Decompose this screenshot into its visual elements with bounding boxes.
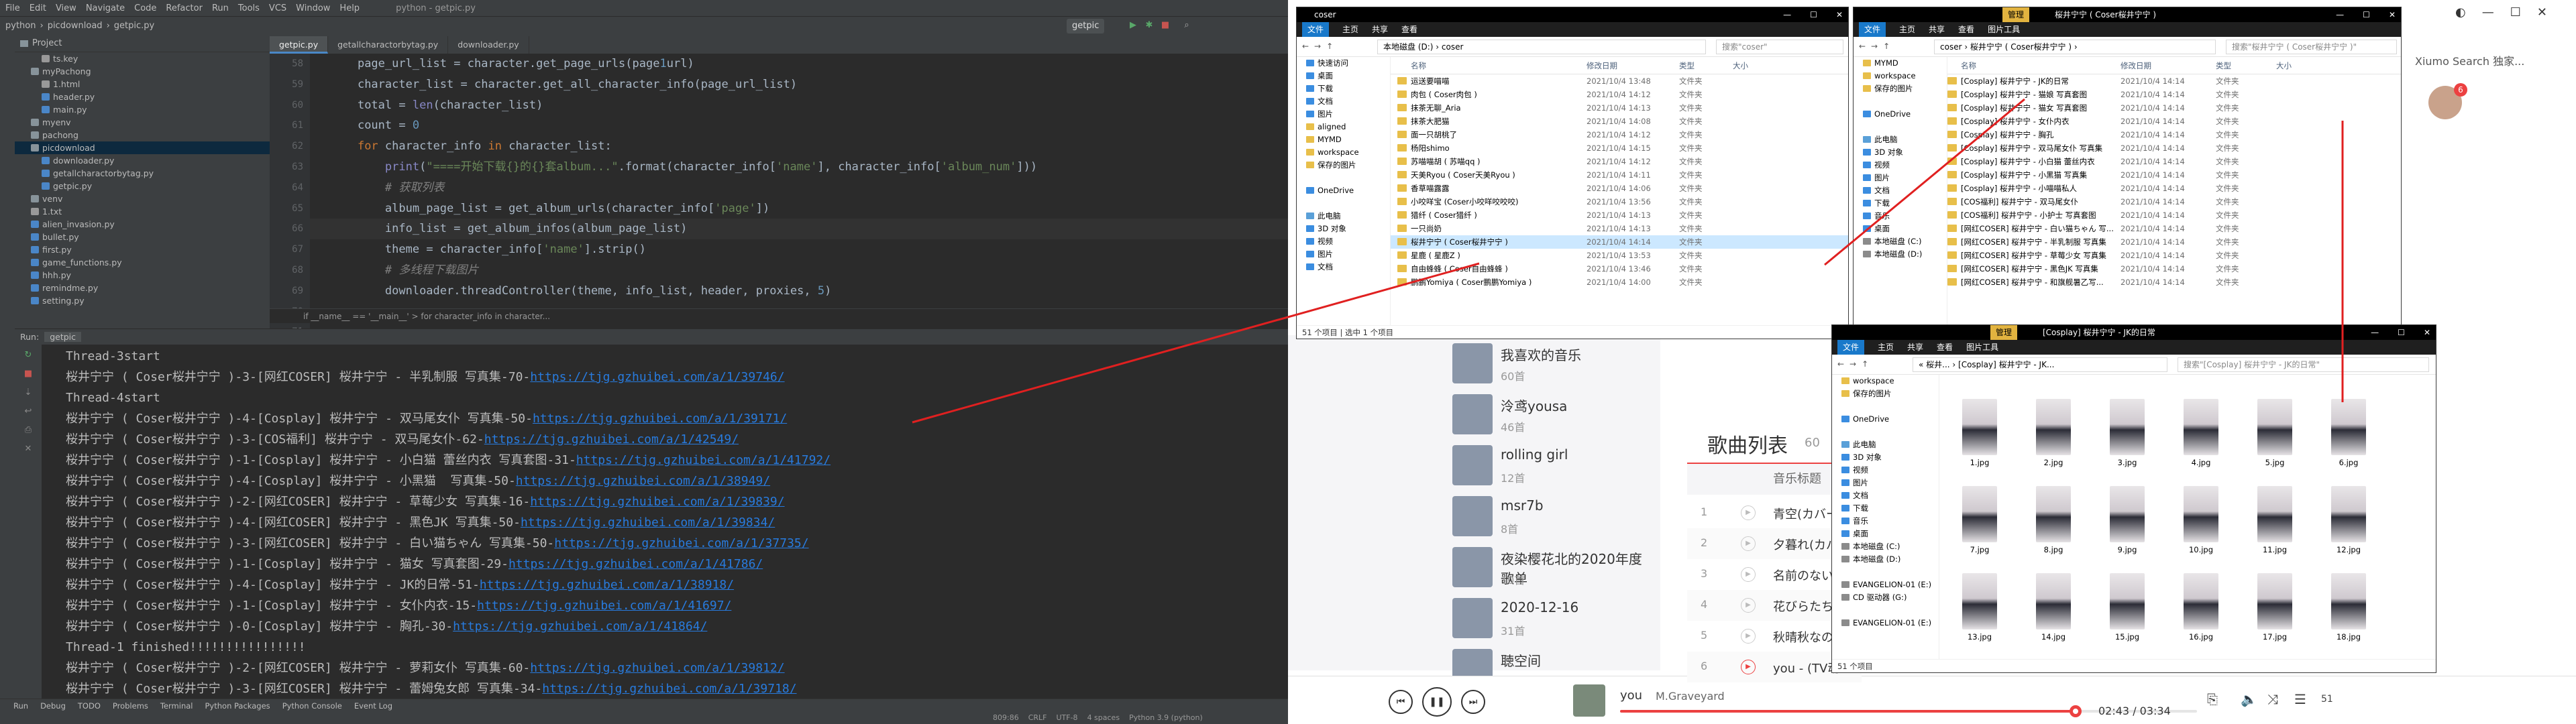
annotation-arrow-line	[1824, 98, 2025, 266]
annotation-arrows	[912, 98, 2344, 424]
annotation-arrow-line	[912, 262, 1480, 424]
